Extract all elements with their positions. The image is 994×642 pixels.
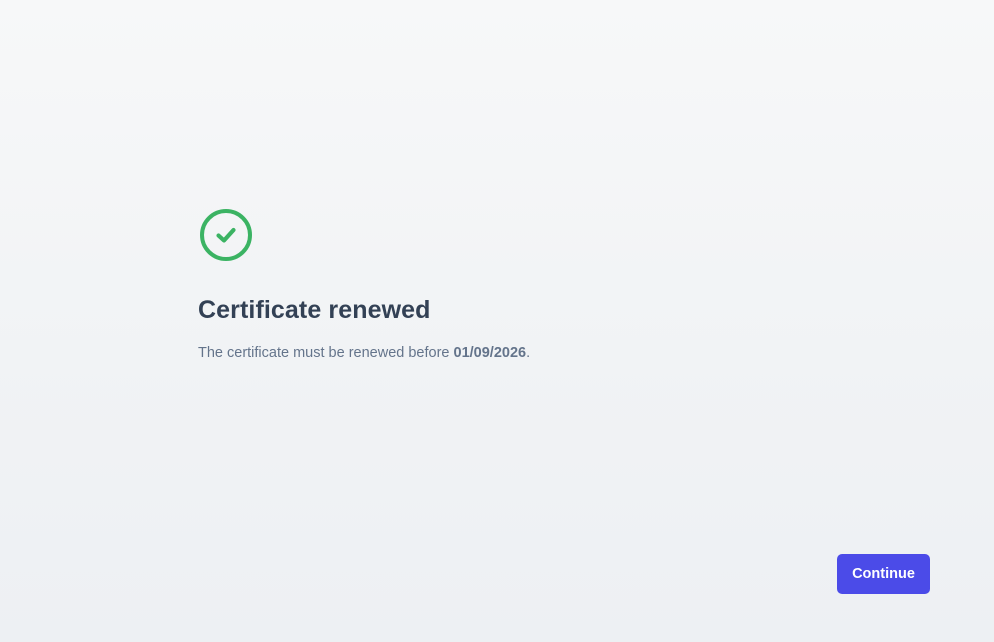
check-circle-icon bbox=[199, 208, 253, 262]
renewal-message-text: The certificate must be renewed before bbox=[198, 345, 454, 361]
renewal-message: The certificate must be renewed before 0… bbox=[198, 344, 530, 362]
renewal-deadline-date: 01/09/2026 bbox=[453, 345, 527, 361]
renewal-message-suffix: . bbox=[526, 345, 531, 361]
continue-button[interactable]: Continue bbox=[837, 554, 930, 594]
page-title: Certificate renewed bbox=[198, 296, 431, 324]
